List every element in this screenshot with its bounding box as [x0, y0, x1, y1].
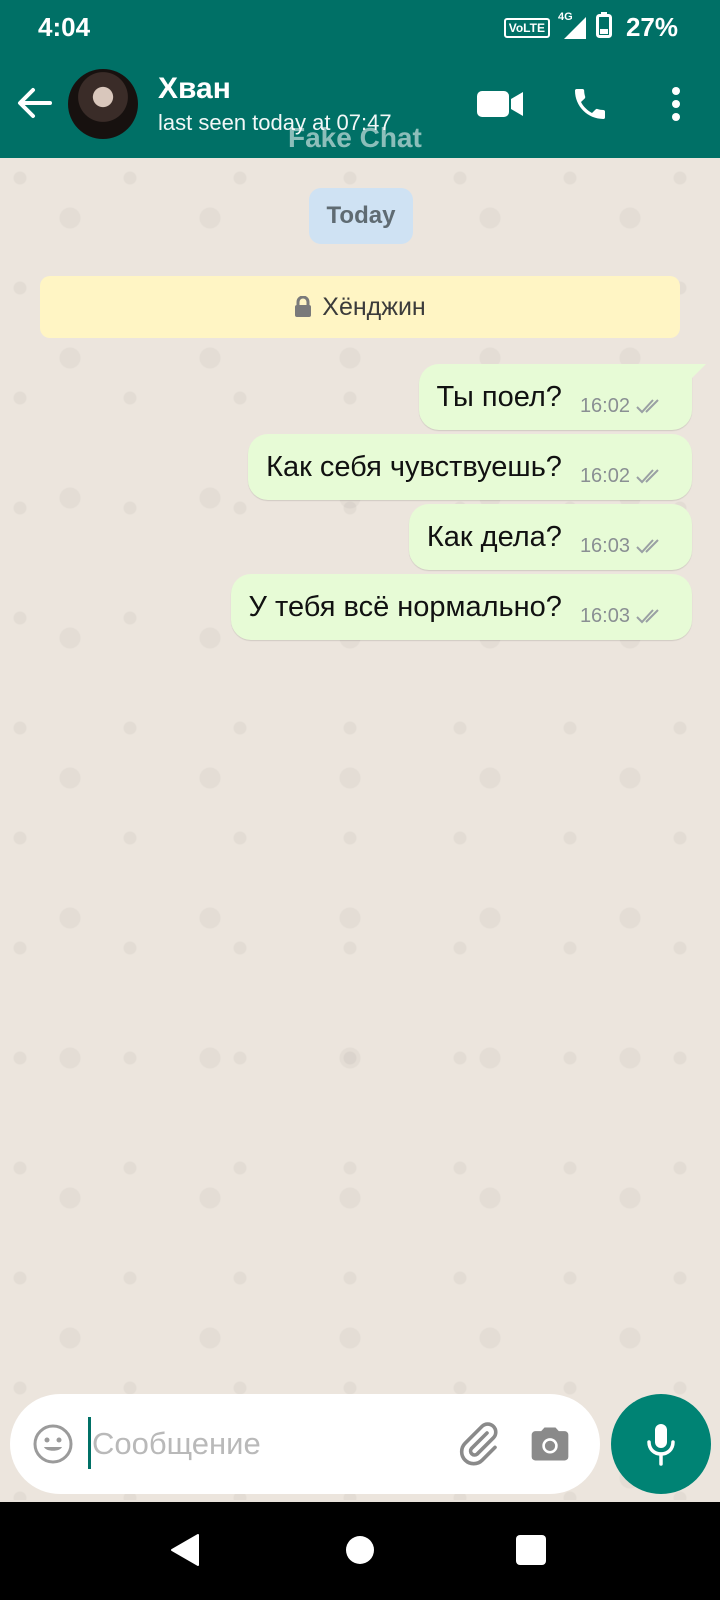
double-check-icon: [636, 609, 659, 624]
signal-icon: 4G: [558, 11, 588, 41]
message-time: 16:03: [579, 604, 630, 627]
message-text: У тебя всё нормально?: [248, 590, 562, 623]
message-time: 16:02: [579, 464, 630, 487]
video-call-icon: [477, 91, 523, 117]
message-text: Как дела?: [426, 520, 562, 553]
contact-name[interactable]: Хван: [158, 72, 231, 106]
nav-back-icon: [171, 1534, 199, 1566]
encryption-banner-text: Хёнджин: [322, 292, 426, 321]
watermark: Fake Chat: [288, 122, 422, 153]
message-bubble[interactable]: Ты поел? 16:02: [418, 364, 707, 430]
battery-percent: 27%: [625, 12, 678, 42]
lock-icon: [295, 296, 312, 317]
chat-area[interactable]: Today Хёнджин Ты поел? 16:02 Как себя чу…: [0, 158, 720, 1500]
camera-button[interactable]: [528, 1422, 572, 1466]
message-bubble[interactable]: У тебя всё нормально? 16:03: [230, 574, 692, 640]
status-bar: 4:04 VoLTE 4G 27%: [0, 0, 720, 52]
microphone-icon: [647, 1424, 675, 1466]
voice-call-icon: [575, 89, 605, 119]
message-bubble[interactable]: Как себя чувствуешь? 16:02: [248, 434, 692, 500]
volte-badge: VoLTE: [503, 17, 550, 38]
nav-home-button[interactable]: [346, 1536, 374, 1564]
status-icons: VoLTE 4G 27%: [503, 11, 678, 43]
double-check-icon: [636, 399, 659, 414]
nav-back-button[interactable]: [170, 1533, 200, 1572]
back-arrow-icon: [18, 88, 52, 118]
emoji-button[interactable]: [32, 1423, 74, 1465]
back-button[interactable]: [14, 82, 56, 124]
emoji-icon: [33, 1424, 73, 1464]
message-text: Ты поел?: [436, 380, 562, 413]
nav-recents-button[interactable]: [516, 1535, 546, 1565]
encryption-banner[interactable]: Хёнджин: [40, 276, 680, 338]
battery-icon: [595, 12, 612, 43]
double-check-icon: [636, 539, 659, 554]
text-cursor: [88, 1417, 91, 1469]
voice-message-button[interactable]: [611, 1394, 711, 1494]
voice-call-button[interactable]: [566, 80, 614, 128]
camera-icon: [531, 1427, 569, 1461]
message-time: 16:03: [579, 534, 630, 557]
double-check-icon: [636, 469, 659, 484]
paperclip-icon: [459, 1422, 498, 1466]
video-call-button[interactable]: [476, 80, 524, 128]
status-time: 4:04: [38, 12, 91, 42]
message-bubble[interactable]: Как дела? 16:03: [408, 504, 692, 570]
more-options-button[interactable]: [652, 80, 700, 128]
message-input[interactable]: [92, 1418, 432, 1470]
message-composer: [10, 1394, 600, 1494]
avatar[interactable]: [68, 69, 138, 139]
attach-button[interactable]: [454, 1420, 502, 1468]
date-chip: Today: [309, 188, 413, 244]
message-time: 16:02: [579, 394, 630, 417]
system-navigation-bar: [0, 1502, 720, 1600]
more-options-icon: [672, 87, 680, 121]
message-text: Как себя чувствуешь?: [266, 450, 562, 483]
